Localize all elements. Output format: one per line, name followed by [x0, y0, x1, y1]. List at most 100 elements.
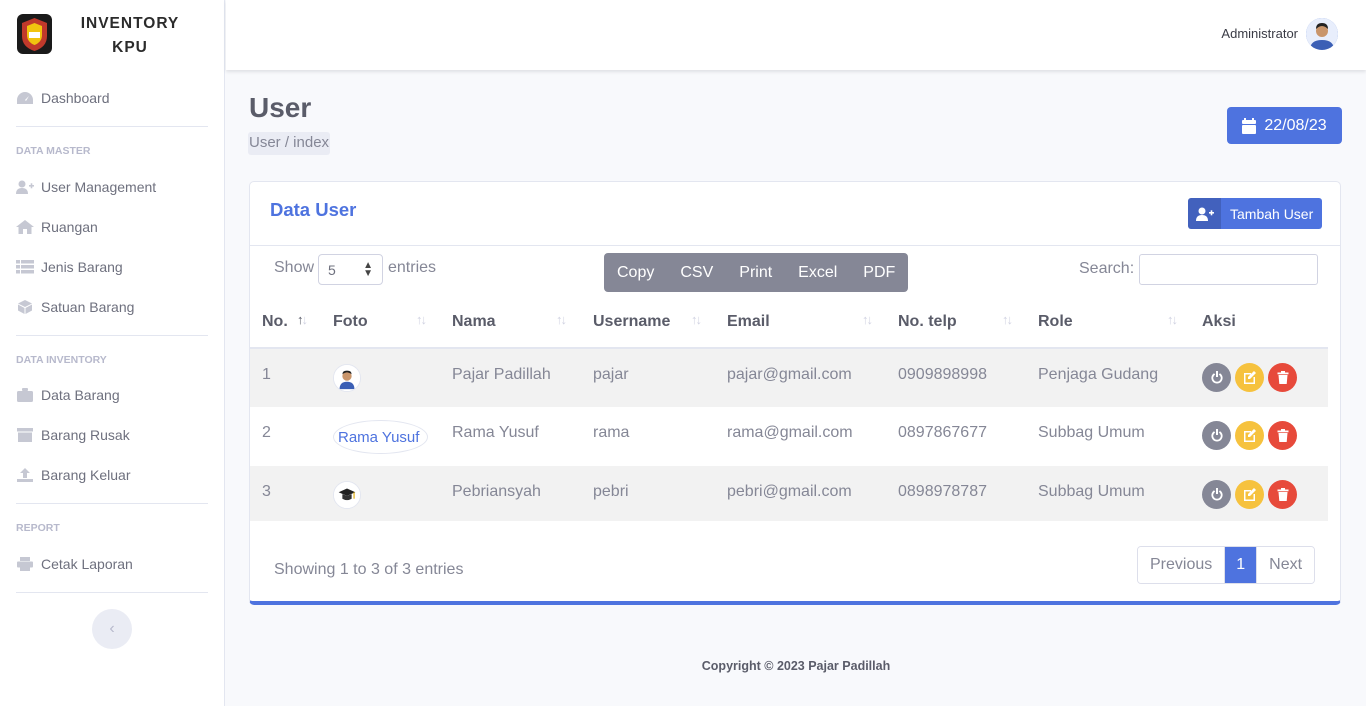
footer-copyright: Copyright © 2023 Pajar Padillah	[701, 659, 891, 673]
sidebar-item-label: Dashboard	[41, 90, 110, 106]
pagination-previous[interactable]: Previous	[1138, 547, 1226, 583]
toggle-status-button[interactable]	[1202, 363, 1231, 392]
sort-icon: ↑↓	[862, 312, 873, 327]
sidebar-toggle-button[interactable]: ‹	[92, 609, 132, 649]
table-row: 1 Pajar Padillah pajar pajar@gmail.com 0…	[250, 349, 1328, 407]
sidebar: INVENTORY KPU Dashboard DATA MASTER User…	[0, 0, 225, 706]
column-header-nama[interactable]: Nama	[452, 313, 496, 331]
sidebar-item-satuan-barang[interactable]: Satuan Barang	[16, 296, 134, 318]
delete-button[interactable]	[1268, 363, 1297, 392]
sidebar-item-dashboard[interactable]: Dashboard	[16, 87, 110, 109]
sidebar-item-jenis-barang[interactable]: Jenis Barang	[16, 256, 123, 278]
cell-username: rama	[593, 424, 630, 441]
toggle-status-button[interactable]	[1202, 421, 1231, 450]
list-icon	[16, 260, 34, 274]
data-user-card: Data User Tambah User Show 5 ▲ ▼ entries …	[249, 181, 1341, 605]
sidebar-heading-inventory: DATA INVENTORY	[16, 354, 107, 366]
cell-email: pebri@gmail.com	[727, 483, 852, 500]
edit-button[interactable]	[1235, 363, 1264, 392]
brand-title-line2: KPU	[112, 39, 148, 56]
cell-email: rama@gmail.com	[727, 424, 853, 441]
user-plus-icon	[16, 180, 34, 194]
home-icon	[16, 220, 34, 234]
cell-nama: Pajar Padillah	[452, 366, 551, 383]
sidebar-heading-master: DATA MASTER	[16, 145, 91, 157]
pagination-next[interactable]: Next	[1257, 547, 1315, 583]
broken-image-alt: Rama Yusuf	[338, 428, 420, 446]
page-title: User	[249, 92, 312, 123]
sidebar-divider	[16, 335, 208, 336]
brand-title: INVENTORY KPU	[60, 12, 200, 60]
sidebar-heading-report: REPORT	[16, 522, 60, 534]
card-title: Data User	[270, 199, 357, 220]
user-photo-broken: Rama Yusuf	[333, 420, 428, 454]
cell-username: pajar	[593, 366, 629, 383]
brand-title-line1: INVENTORY	[80, 15, 180, 32]
sidebar-item-data-barang[interactable]: Data Barang	[16, 384, 120, 406]
sidebar-item-barang-rusak[interactable]: Barang Rusak	[16, 424, 130, 446]
sidebar-item-label: Jenis Barang	[41, 259, 123, 275]
column-header-no[interactable]: No.	[262, 313, 288, 331]
sidebar-divider	[16, 503, 208, 504]
column-header-email[interactable]: Email	[727, 313, 770, 331]
user-avatar[interactable]	[1306, 18, 1338, 50]
entries-length-select[interactable]: 5 ▲ ▼	[318, 254, 383, 285]
sidebar-item-user-management[interactable]: User Management	[16, 176, 156, 198]
topbar: Administrator	[226, 0, 1366, 70]
cell-username: pebri	[593, 483, 629, 500]
power-icon	[1210, 488, 1223, 501]
chevron-left-icon: ‹	[109, 620, 115, 637]
sidebar-item-barang-keluar[interactable]: Barang Keluar	[16, 464, 131, 486]
sidebar-item-ruangan[interactable]: Ruangan	[16, 216, 98, 238]
sort-icon: ↑↓	[416, 312, 427, 327]
briefcase-icon	[16, 388, 34, 402]
user-dropdown-name[interactable]: Administrator	[1221, 26, 1298, 41]
user-plus-icon	[1188, 198, 1221, 229]
delete-button[interactable]	[1268, 421, 1297, 450]
edit-icon	[1243, 488, 1256, 501]
excel-button[interactable]: Excel	[785, 253, 850, 292]
breadcrumb: User / index	[248, 132, 331, 155]
toggle-status-button[interactable]	[1202, 480, 1231, 509]
dashboard-icon	[16, 91, 34, 105]
sidebar-divider	[16, 126, 208, 127]
user-photo	[333, 364, 361, 392]
entries-length-value: 5	[328, 262, 336, 278]
upload-icon	[16, 468, 34, 482]
edit-icon	[1243, 429, 1256, 442]
cell-no: 1	[262, 366, 271, 383]
sidebar-item-label: Data Barang	[41, 387, 120, 403]
csv-button[interactable]: CSV	[667, 253, 726, 292]
edit-button[interactable]	[1235, 480, 1264, 509]
kpu-logo-icon	[17, 14, 52, 54]
add-user-button[interactable]: Tambah User	[1188, 198, 1322, 229]
column-header-username[interactable]: Username	[593, 313, 670, 331]
calendar-icon	[1242, 117, 1257, 134]
date-button[interactable]: 22/08/23	[1227, 107, 1342, 144]
sort-icon: ↑↓	[1002, 312, 1013, 327]
archive-icon	[16, 428, 34, 442]
table-row: 3 Pebriansyah pebri pebri@gmail.com 0898…	[250, 466, 1328, 521]
pdf-button[interactable]: PDF	[850, 253, 908, 292]
cell-nama: Pebriansyah	[452, 483, 541, 500]
copy-button[interactable]: Copy	[604, 253, 667, 292]
column-header-aksi: Aksi	[1202, 313, 1236, 330]
sidebar-item-cetak-laporan[interactable]: Cetak Laporan	[16, 553, 133, 575]
column-header-foto[interactable]: Foto	[333, 313, 368, 331]
edit-button[interactable]	[1235, 421, 1264, 450]
search-input[interactable]	[1139, 254, 1318, 285]
sidebar-item-label: Barang Rusak	[41, 427, 130, 443]
delete-button[interactable]	[1268, 480, 1297, 509]
sort-icon: ↑↓	[691, 312, 702, 327]
column-header-role[interactable]: Role	[1038, 313, 1073, 331]
print-button[interactable]: Print	[726, 253, 785, 292]
cell-nama: Rama Yusuf	[452, 424, 539, 441]
cell-telp: 0898978787	[898, 483, 987, 500]
pagination-page-1[interactable]: 1	[1225, 547, 1258, 583]
cell-role: Subbag Umum	[1038, 483, 1145, 500]
sidebar-item-label: Satuan Barang	[41, 299, 135, 315]
sidebar-brand[interactable]: INVENTORY KPU	[0, 0, 224, 70]
power-icon	[1210, 429, 1223, 442]
column-header-telp[interactable]: No. telp	[898, 313, 957, 331]
sidebar-item-label: User Management	[41, 179, 157, 195]
